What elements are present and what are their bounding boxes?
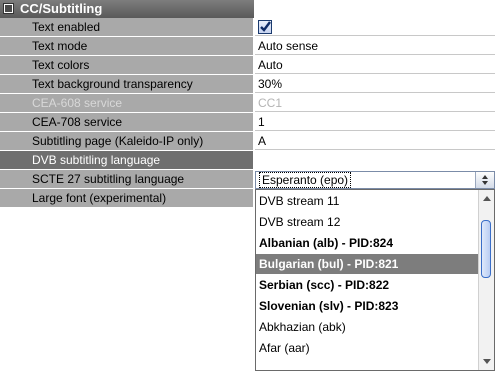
row-dvb-subtitling-language: DVB subtitling language	[0, 151, 495, 170]
dropdown-scrollbar[interactable]	[478, 190, 494, 370]
row-label: Text colors	[32, 58, 90, 72]
row-label: CEA-608 service	[32, 96, 123, 110]
empty-area	[0, 227, 254, 371]
row-label: DVB subtitling language	[32, 153, 161, 167]
row-label: Text mode	[32, 39, 88, 53]
row-value: CC1	[258, 96, 283, 110]
row-label-cell: Text enabled	[0, 18, 254, 36]
row-label-cell: SCTE 27 subtitling language	[0, 170, 254, 188]
row-label: Large font (experimental)	[32, 191, 167, 205]
row-value-cell[interactable]: A	[255, 132, 495, 150]
scroll-thumb[interactable]	[481, 220, 491, 278]
dropdown-list: DVB stream 11 DVB stream 12 Albanian (al…	[255, 189, 495, 371]
dropdown-option[interactable]: Abkhazian (abk)	[256, 317, 480, 337]
row-value-cell: CC1	[255, 94, 495, 112]
dropdown-option[interactable]: DVB stream 12	[256, 212, 480, 232]
scroll-down-icon[interactable]	[483, 359, 491, 364]
row-label: Subtitling page (Kaleido-IP only)	[32, 134, 204, 148]
row-text-mode: Text mode Auto sense	[0, 37, 495, 56]
row-text-background-transparency: Text background transparency 30%	[0, 75, 495, 94]
row-subtitling-page: Subtitling page (Kaleido-IP only) A	[0, 132, 495, 151]
row-label-cell: CEA-608 service	[0, 94, 254, 112]
select-current-text: Esperanto (epo)	[258, 172, 352, 188]
row-value-cell[interactable]: 30%	[255, 75, 495, 93]
scroll-up-icon[interactable]	[483, 196, 491, 201]
section-header-bar[interactable]: CC/Subtitling	[0, 0, 255, 18]
row-label-cell: CEA-708 service	[0, 113, 254, 131]
row-text-colors: Text colors Auto	[0, 56, 495, 75]
row-label-cell: Subtitling page (Kaleido-IP only)	[0, 132, 254, 150]
dropdown-option[interactable]: DVB stream 11	[256, 191, 480, 211]
row-label-cell: Text colors	[0, 56, 254, 74]
row-label-cell: Text mode	[0, 37, 254, 55]
row-label: Text enabled	[32, 20, 101, 34]
row-label: SCTE 27 subtitling language	[32, 172, 185, 186]
dropdown-option[interactable]: Serbian (scc) - PID:822	[256, 275, 480, 295]
section-header: CC/Subtitling	[0, 0, 495, 18]
dropdown-option[interactable]: Albanian (alb) - PID:824	[256, 233, 480, 253]
row-value-cell[interactable]	[255, 18, 495, 36]
row-value-cell[interactable]: Auto	[255, 56, 495, 74]
row-cea-608-service: CEA-608 service CC1	[0, 94, 495, 113]
row-label-cell[interactable]: DVB subtitling language	[0, 151, 254, 169]
row-value-cell[interactable]: Auto sense	[255, 37, 495, 55]
dropdown-option[interactable]: Afar (aar)	[256, 338, 480, 358]
select-current-value: Esperanto (epo)	[258, 172, 352, 188]
row-label: Text background transparency	[32, 77, 193, 91]
text-enabled-checkbox[interactable]	[258, 20, 272, 34]
row-value-cell[interactable]: 1	[255, 113, 495, 131]
row-label-cell: Large font (experimental)	[0, 189, 254, 207]
row-label: CEA-708 service	[32, 115, 123, 129]
dvb-language-select[interactable]: Esperanto (epo)	[255, 171, 495, 189]
section-title: CC/Subtitling	[20, 1, 103, 16]
row-value: 30%	[258, 77, 283, 91]
row-value: Auto	[258, 58, 283, 72]
select-arrows-icon[interactable]	[475, 172, 494, 188]
row-value: 1	[258, 115, 265, 129]
dropdown-option-highlighted[interactable]: Bulgarian (bul) - PID:821	[256, 254, 480, 274]
checkmark-icon	[260, 21, 271, 32]
dropdown-option[interactable]: Slovenian (slv) - PID:823	[256, 296, 480, 316]
row-value: A	[258, 134, 267, 148]
row-label-cell: Text background transparency	[0, 75, 254, 93]
collapse-icon[interactable]	[3, 3, 14, 14]
row-value: Auto sense	[258, 39, 319, 53]
row-text-enabled: Text enabled	[0, 18, 495, 37]
properties-panel: CC/Subtitling Text enabled Text mode Aut…	[0, 0, 495, 371]
row-cea-708-service: CEA-708 service 1	[0, 113, 495, 132]
